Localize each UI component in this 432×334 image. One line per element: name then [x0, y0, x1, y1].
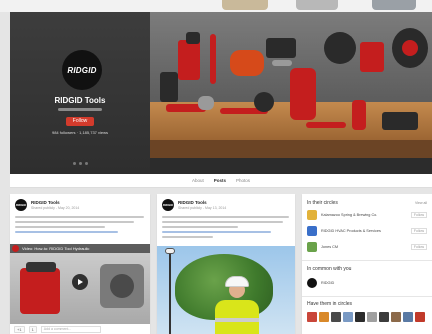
post-card: RIDGID RIDGID Tools Shared publicly - Ma… [157, 194, 295, 334]
cover-workbench-front [150, 140, 432, 160]
tool-fitting [254, 92, 274, 112]
in-circles-view-all[interactable]: View all [415, 201, 427, 205]
ridgid-logo: RIDGID [67, 65, 97, 75]
video-embed[interactable]: Video: How-to: RIDGID Tool Hydraulic [10, 244, 150, 324]
tool-case [382, 112, 418, 130]
circle-member-thumb[interactable] [367, 312, 377, 322]
circle-item[interactable]: Jones CM Follow [307, 242, 427, 252]
video-tool-red [20, 268, 60, 314]
top-thumbnail[interactable] [222, 0, 268, 10]
video-channel-icon [12, 245, 19, 252]
circle-name: Kalamazoo Spring & Brewing Co. [321, 213, 378, 217]
post-card: RIDGID RIDGID Tools Shared publicly - Ma… [10, 194, 150, 334]
tool-fittings [198, 96, 214, 110]
circle-avatar [307, 242, 317, 252]
cover-photo: RIDGID RIDGID Tools Follow 984 followers… [10, 12, 432, 174]
tool-press-body [160, 72, 178, 102]
video-tool-head [26, 262, 56, 272]
circle-item[interactable]: RIDGID HVAC Products & Services Follow [307, 226, 427, 236]
top-strip [0, 0, 432, 12]
circles-sidebar: In their circles View all Kalamazoo Spri… [302, 194, 432, 334]
tab-posts[interactable]: Posts [214, 178, 226, 183]
in-circles-title: In their circles [307, 200, 338, 206]
comment-input[interactable]: Add a comment... [40, 325, 101, 333]
tab-about[interactable]: About [192, 178, 204, 183]
circle-name: Jones CM [321, 245, 339, 249]
circle-member-thumb[interactable] [307, 312, 317, 322]
circle-follow-button[interactable]: Follow [410, 228, 427, 234]
post-author[interactable]: RIDGID Tools [31, 200, 79, 205]
post-time: Shared publicly - May 13, 2014 [178, 206, 227, 210]
profile-panel: RIDGID RIDGID Tools Follow 984 followers… [10, 12, 150, 174]
top-thumbnail[interactable] [296, 0, 338, 10]
divider [302, 260, 432, 261]
followers-count: 984 followers · 1,185,737 views [51, 130, 109, 135]
have-them-title: Have them in circles [307, 301, 353, 307]
photo-survey-pole [169, 252, 171, 334]
have-them-thumbnails [307, 312, 425, 322]
tool-press [360, 42, 384, 72]
tool-drill [178, 40, 200, 80]
follow-button[interactable]: Follow [66, 117, 94, 126]
tool-drill-head [186, 32, 200, 44]
tool-inspection-camera [230, 50, 264, 76]
circle-name: RIDGID HVAC Products & Services [321, 229, 381, 233]
post-photo[interactable] [157, 246, 295, 334]
avatar[interactable]: RIDGID [15, 199, 27, 211]
ridgid-google-plus-page: RIDGID RIDGID Tools Follow 984 followers… [0, 0, 432, 334]
post-header: RIDGID RIDGID Tools Shared publicly - Ma… [162, 199, 226, 211]
tool-wrench-bench [306, 122, 346, 128]
video-title: Video: How-to: RIDGID Tool Hydraulic [10, 244, 150, 253]
share-button[interactable]: 1 [28, 325, 37, 333]
post-header: RIDGID RIDGID Tools Shared publicly - Ma… [15, 199, 79, 211]
photo-gps-receiver [165, 248, 175, 254]
plus-one-button[interactable]: +1 [14, 325, 25, 333]
carousel-dots [10, 162, 150, 165]
post-author[interactable]: RIDGID Tools [178, 200, 226, 205]
circle-member-thumb[interactable] [319, 312, 329, 322]
circle-member-thumb[interactable] [403, 312, 413, 322]
tool-camera-handheld [352, 100, 366, 130]
tool-drum-center [402, 40, 418, 56]
profile-avatar[interactable]: RIDGID [62, 50, 102, 90]
video-machine-part [110, 274, 134, 298]
common-person-name: RIDGID [321, 281, 335, 285]
top-thumbnail[interactable] [372, 0, 416, 10]
post-time: Shared publicly - May 20, 2014 [31, 206, 80, 210]
profile-name: RIDGID Tools [54, 96, 106, 105]
play-icon[interactable] [72, 274, 88, 290]
avatar[interactable]: RIDGID [162, 199, 174, 211]
common-person[interactable]: RIDGID [307, 278, 427, 288]
tool-pipe [272, 60, 292, 66]
post-actions: +1 1 Add a comment... [10, 324, 150, 334]
tool-drum [324, 32, 356, 64]
in-common-title: In common with you [307, 266, 352, 272]
circle-member-thumb[interactable] [355, 312, 365, 322]
post-text [162, 216, 289, 241]
profile-tabs: About Posts Photos [10, 174, 432, 188]
tool-drain-cleaner [290, 68, 316, 120]
circle-follow-button[interactable]: Follow [410, 244, 427, 250]
circle-item[interactable]: Kalamazoo Spring & Brewing Co. Follow [307, 210, 427, 220]
post-text [15, 216, 144, 236]
circle-avatar [307, 226, 317, 236]
tab-photos[interactable]: Photos [236, 178, 250, 183]
circle-member-thumb[interactable] [391, 312, 401, 322]
circle-avatar [307, 210, 317, 220]
circle-follow-button[interactable]: Follow [410, 212, 427, 218]
circle-member-thumb[interactable] [331, 312, 341, 322]
photo-hard-hat [225, 276, 249, 287]
circle-member-thumb[interactable] [415, 312, 425, 322]
profile-subtitle [10, 108, 150, 112]
photo-safety-vest [215, 300, 259, 334]
tool-reel [266, 38, 296, 58]
photo-vest-stripe [215, 318, 259, 322]
cover-floor [150, 158, 432, 174]
tool-wrench [210, 34, 216, 84]
common-avatar [307, 278, 317, 288]
circle-member-thumb[interactable] [343, 312, 353, 322]
circle-member-thumb[interactable] [379, 312, 389, 322]
divider [302, 296, 432, 297]
